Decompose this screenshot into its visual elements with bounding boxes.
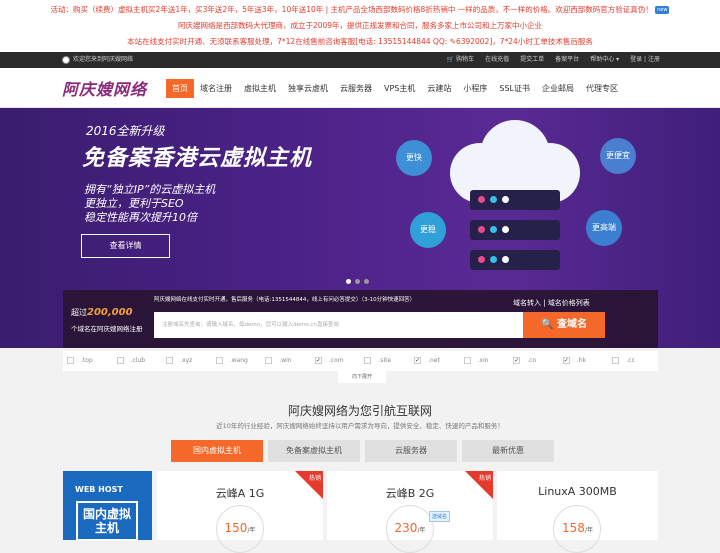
cart-link[interactable]: 🛒 购物车 xyxy=(447,52,474,68)
nav-item-mini-program[interactable]: 小程序 xyxy=(457,79,493,98)
nav-item-ssl[interactable]: SSL证书 xyxy=(493,79,536,98)
product-name: 云峰A 1G xyxy=(215,487,265,500)
nav-item-agent[interactable]: 代理专区 xyxy=(580,79,624,98)
expand-button[interactable]: 向下展开 xyxy=(338,371,386,383)
product-price: 158/年 xyxy=(562,521,593,535)
carousel-dot[interactable] xyxy=(355,279,360,284)
tld-checkbox[interactable]: ✓ .cn xyxy=(509,351,559,371)
nav-item-cloud-server[interactable]: 云服务器 xyxy=(334,79,378,98)
new-badge: new xyxy=(655,6,670,14)
ticket-link[interactable]: 提交工单 xyxy=(520,52,544,68)
banner-feature-3: 稳定性能再次提升10倍 xyxy=(84,211,197,224)
bubble-faster: 更快 xyxy=(396,140,432,176)
banner-headline: 免备案香港云虚拟主机 xyxy=(82,146,313,171)
nav-item-email[interactable]: 企业邮局 xyxy=(536,79,580,98)
nav-item-cloud-vhost[interactable]: 独享云虚机 xyxy=(282,79,334,98)
carousel-dot[interactable] xyxy=(346,279,351,284)
product-price: 230/年 xyxy=(394,521,426,535)
top-links: 🛒 购物车 在线充值 提交工单 备案平台 帮助中心 ▾ 登录 | 注册 xyxy=(447,52,660,68)
product-card[interactable]: 热销 云峰B 2G 送域名 230/年 xyxy=(327,471,493,553)
domain-count: 超过200,000 xyxy=(71,307,133,318)
domain-price-link[interactable]: 域名价格列表 xyxy=(548,299,590,307)
tld-checkbox[interactable]: .top xyxy=(63,351,113,371)
login-link[interactable]: 登录 xyxy=(630,56,642,63)
tab-cloud-server[interactable]: 云服务器 xyxy=(365,440,457,462)
site-logo[interactable]: 阿庆嫂网络 xyxy=(62,76,147,100)
search-icon: 🔍 xyxy=(541,319,554,330)
server-unit xyxy=(470,190,560,210)
tab-no-filing-vhost[interactable]: 免备案虚拟主机 xyxy=(268,440,360,462)
domain-search-panel: 超过200,000 个域名在阿庆嫂网络注册 阿庆嫂网络在线支付实时开通，售后服务… xyxy=(63,290,658,348)
nav-menu: 首页 域名注册 虚拟主机 独享云虚机 云服务器 VPS主机 云建站 小程序 SS… xyxy=(166,79,624,98)
domain-links: 域名转入 | 域名价格列表 xyxy=(513,299,590,307)
promo-line-3: 本站在线支付实时开通、无须联系客服处理，7*12在线售前咨询客服[电话: 135… xyxy=(127,37,593,46)
banner-year-tag: 2016全新升级 xyxy=(86,124,165,138)
tld-checkbox[interactable]: ✓ .net xyxy=(410,351,460,371)
server-unit xyxy=(470,220,560,240)
hot-label: 热销 xyxy=(478,475,491,482)
tld-checkbox[interactable]: .cc xyxy=(608,351,658,371)
product-name: LinuxA 300MB xyxy=(538,485,617,498)
web-host-panel: WEB HOST 国内虚拟主机 xyxy=(63,471,152,541)
web-host-title: WEB HOST xyxy=(75,485,123,494)
tab-latest-deals[interactable]: 最新优惠 xyxy=(462,440,554,462)
hot-label: 热销 xyxy=(308,475,321,482)
product-card[interactable]: 热销 云峰A 1G 150/年 xyxy=(157,471,323,553)
nav-item-vhost[interactable]: 虚拟主机 xyxy=(238,79,282,98)
tld-checkbox[interactable]: .win xyxy=(261,351,311,371)
nav-item-home[interactable]: 首页 xyxy=(166,79,194,98)
globe-icon xyxy=(62,56,70,64)
tld-checkbox[interactable]: .xyz xyxy=(162,351,212,371)
promo-bar: 活动：购买（续费）虚拟主机买2年送1年，买3年送2年，5年送3年，10年送10年… xyxy=(0,0,720,52)
section-subtitle: 近10年的行业经验，阿庆嫂网络始终坚持以用户需求为导向，提供安全、稳定、快速的产… xyxy=(216,422,504,430)
register-link[interactable]: 注册 xyxy=(648,56,660,63)
tld-checkbox[interactable]: .wang xyxy=(212,351,262,371)
domain-search-input[interactable]: 注册域名先查询，请输入域名，如demo，您可以输入demo.cn直接查询 xyxy=(154,312,523,338)
tld-list: .top .club .xyz .wang .win ✓ .com .site ✓… xyxy=(63,351,658,371)
tld-checkbox[interactable]: .xin xyxy=(460,351,510,371)
detail-button[interactable]: 查看详情 xyxy=(81,234,170,258)
product-tabs: 国内虚拟主机 免备案虚拟主机 云服务器 最新优惠 xyxy=(171,440,554,462)
product-price: 150/年 xyxy=(224,521,256,535)
product-name: 云峰B 2G xyxy=(385,487,435,500)
nav-item-site-builder[interactable]: 云建站 xyxy=(421,79,457,98)
welcome: 欢迎您来到阿庆嫂网络 xyxy=(62,52,133,68)
section-title: 阿庆嫂网络为您引航互联网 xyxy=(287,404,432,418)
recharge-link[interactable]: 在线充值 xyxy=(485,52,509,68)
domain-transfer-link[interactable]: 域名转入 xyxy=(513,299,541,307)
product-card[interactable]: LinuxA 300MB 158/年 xyxy=(497,471,658,553)
carousel-dots xyxy=(346,279,369,284)
web-host-label: 国内虚拟主机 xyxy=(76,501,138,541)
carousel-dot[interactable] xyxy=(364,279,369,284)
tab-domestic-vhost[interactable]: 国内虚拟主机 xyxy=(171,440,263,462)
help-link[interactable]: 帮助中心 ▾ xyxy=(590,52,619,68)
top-bar: 欢迎您来到阿庆嫂网络 🛒 购物车 在线充值 提交工单 备案平台 帮助中心 ▾ 登… xyxy=(0,52,720,68)
nav-item-domain[interactable]: 域名注册 xyxy=(194,79,238,98)
auth-links: 登录 | 注册 xyxy=(630,56,660,63)
bubble-premium: 更高端 xyxy=(586,210,622,246)
domain-count-label: 个域名在阿庆嫂网络注册 xyxy=(71,325,143,333)
bubble-cheaper: 更便宜 xyxy=(600,138,636,174)
tld-checkbox[interactable]: ✓ .com xyxy=(311,351,361,371)
search-tip: 阿庆嫂网络在线支付实时开通，售后服务（电话:1351544844，线上有问必答提… xyxy=(154,297,416,303)
nav-item-vps[interactable]: VPS主机 xyxy=(378,79,421,98)
domain-search-button[interactable]: 🔍 查域名 xyxy=(523,312,605,338)
main-nav: 阿庆嫂网络 首页 域名注册 虚拟主机 独享云虚机 云服务器 VPS主机 云建站 … xyxy=(0,68,720,108)
bubble-stable: 更稳 xyxy=(410,212,446,248)
promo-line-2: 阿庆嫂网络是西部数码大代理商，成立于2009年，提供正规发票和合同，服务多家上市… xyxy=(177,21,543,30)
filing-link[interactable]: 备案平台 xyxy=(555,52,579,68)
tld-checkbox[interactable]: .site xyxy=(360,351,410,371)
server-unit xyxy=(470,250,560,270)
tld-checkbox[interactable]: ✓ .hk xyxy=(559,351,609,371)
promo-line-1: 活动：购买（续费）虚拟主机买2年送1年，买3年送2年，5年送3年，10年送10年… xyxy=(50,5,670,14)
tld-checkbox[interactable]: .club xyxy=(113,351,163,371)
